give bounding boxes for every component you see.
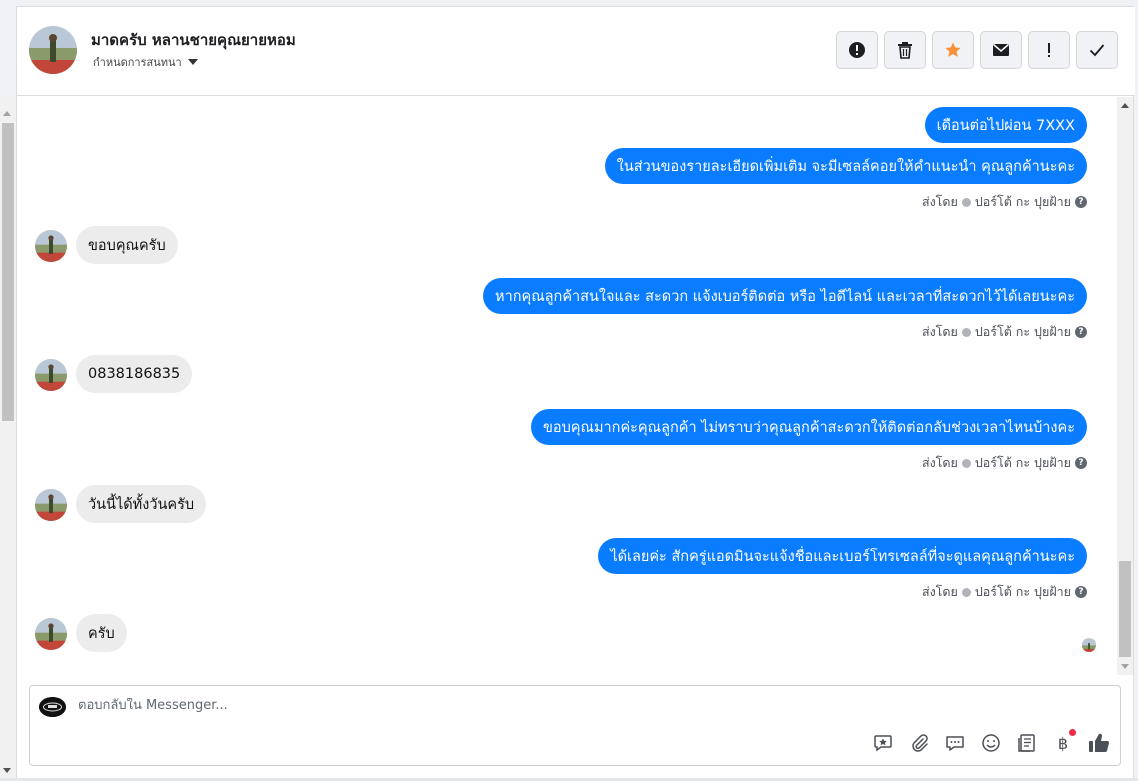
sender-avatar[interactable] bbox=[35, 230, 67, 262]
sent-by-line: ส่งโดย ปอร์โต้ กะ ปุยฝ้าย ? bbox=[922, 192, 1087, 212]
sent-by-label: ส่งโดย bbox=[921, 455, 958, 470]
attachment-button[interactable] bbox=[908, 732, 930, 754]
incoming-message[interactable]: ขอบคุณครับ bbox=[76, 226, 178, 264]
conversation-panel: มาดครับ หลานชายคุณยายหอม กำหนดการสนทนา เ… bbox=[16, 6, 1135, 778]
check-icon bbox=[1089, 44, 1105, 57]
sender-avatar[interactable] bbox=[35, 489, 67, 521]
help-icon[interactable]: ? bbox=[1075, 196, 1087, 208]
message-text: ในส่วนของรายละเอียดเพิ่มเติม จะมีเซลล์คอ… bbox=[616, 158, 1075, 175]
reply-input[interactable] bbox=[78, 698, 778, 713]
star-button[interactable] bbox=[932, 31, 974, 69]
message-scrollbar[interactable] bbox=[1117, 97, 1133, 675]
incoming-message[interactable]: วันนี้ได้ทั้งวันครับ bbox=[76, 485, 207, 523]
emoji-button[interactable] bbox=[980, 732, 1002, 754]
message-text: ขอบคุณมากค่ะคุณลูกค้า ไม่ทราบว่าคุณลูกค้… bbox=[542, 419, 1075, 436]
header-actions bbox=[836, 31, 1118, 69]
composer-toolbar: ฿ bbox=[872, 729, 1110, 754]
incoming-message[interactable]: ครับ bbox=[76, 614, 127, 652]
message-list[interactable]: เดือนต่อไปผ่อน 7XXX ในส่วนของรายละเอียดเ… bbox=[17, 97, 1119, 675]
saved-reply-button[interactable] bbox=[872, 732, 894, 754]
sent-by-label: ส่งโดย bbox=[921, 194, 958, 209]
sender-name[interactable]: ปอร์โต้ กะ ปุยฝ้าย bbox=[975, 453, 1071, 473]
page-scroll-thumb[interactable] bbox=[2, 123, 14, 421]
message-text: ครับ bbox=[88, 625, 115, 642]
conversation-menu-label: กำหนดการสนทนา bbox=[93, 56, 182, 69]
reply-composer: ฿ bbox=[29, 685, 1121, 766]
outgoing-message[interactable]: หากคุณลูกค้าสนใจและ สะดวก แจ้งเบอร์ติดต่… bbox=[483, 278, 1087, 314]
message-text: ได้เลยค่ะ สักครู่แอดมินจะแจ้งชื่อและเบอร… bbox=[610, 548, 1075, 565]
message-text: ขอบคุณครับ bbox=[88, 237, 166, 254]
quick-reply-button[interactable] bbox=[944, 732, 966, 754]
trash-icon bbox=[898, 42, 912, 59]
saved-reply-icon bbox=[874, 735, 892, 752]
outgoing-message[interactable]: ขอบคุณมากค่ะคุณลูกค้า ไม่ทราบว่าคุณลูกค้… bbox=[530, 409, 1087, 445]
status-dot-icon bbox=[961, 197, 971, 207]
caret-down-icon bbox=[187, 59, 198, 65]
incoming-message[interactable]: 0838186835 bbox=[76, 355, 193, 393]
star-icon bbox=[945, 42, 961, 57]
sender-avatar[interactable] bbox=[35, 618, 67, 650]
page-scrollbar[interactable] bbox=[0, 95, 16, 781]
notes-button[interactable] bbox=[1016, 732, 1038, 754]
scroll-down-arrow-icon[interactable] bbox=[3, 768, 11, 773]
outgoing-message[interactable]: ได้เลยค่ะ สักครู่แอดมินจะแจ้งชื่อและเบอร… bbox=[598, 538, 1087, 574]
sent-by-label: ส่งโดย bbox=[921, 584, 958, 599]
conversation-menu[interactable]: กำหนดการสนทนา bbox=[93, 53, 198, 71]
sender-name[interactable]: ปอร์โต้ กะ ปุยฝ้าย bbox=[975, 582, 1071, 602]
mark-unread-button[interactable] bbox=[980, 31, 1022, 69]
status-dot-icon bbox=[961, 458, 971, 468]
contact-avatar[interactable] bbox=[29, 26, 77, 74]
report-button[interactable] bbox=[836, 31, 878, 69]
sender-avatar[interactable] bbox=[35, 359, 67, 391]
delete-button[interactable] bbox=[884, 31, 926, 69]
attachment-icon bbox=[912, 734, 928, 752]
conversation-header: มาดครับ หลานชายคุณยายหอม กำหนดการสนทนา bbox=[17, 7, 1135, 96]
exclamation-icon bbox=[1048, 43, 1050, 57]
message-text: เดือนต่อไปผ่อน 7XXX bbox=[936, 117, 1075, 134]
page-avatar bbox=[39, 697, 66, 717]
notes-icon bbox=[1018, 734, 1035, 752]
sender-name[interactable]: ปอร์โต้ กะ ปุยฝ้าย bbox=[975, 322, 1071, 342]
scroll-up-arrow-icon[interactable] bbox=[1121, 103, 1129, 108]
baht-icon: ฿ bbox=[1057, 733, 1069, 753]
contact-name[interactable]: มาดครับ หลานชายคุณยายหอม bbox=[91, 28, 296, 52]
payment-button[interactable]: ฿ bbox=[1052, 729, 1076, 754]
status-dot-icon bbox=[961, 587, 971, 597]
help-icon[interactable]: ? bbox=[1075, 326, 1087, 338]
like-button[interactable] bbox=[1088, 732, 1110, 754]
envelope-icon bbox=[993, 43, 1009, 56]
scroll-up-arrow-icon[interactable] bbox=[3, 111, 11, 116]
like-icon bbox=[1089, 733, 1109, 753]
scroll-down-arrow-icon[interactable] bbox=[1121, 664, 1129, 669]
chat-bubble-icon bbox=[946, 736, 964, 751]
sender-name[interactable]: ปอร์โต้ กะ ปุยฝ้าย bbox=[975, 192, 1071, 212]
message-text: 0838186835 bbox=[88, 366, 181, 382]
sent-by-line: ส่งโดย ปอร์โต้ กะ ปุยฝ้าย ? bbox=[922, 322, 1087, 342]
seen-indicator-avatar bbox=[1082, 638, 1096, 652]
help-icon[interactable]: ? bbox=[1075, 586, 1087, 598]
sent-by-line: ส่งโดย ปอร์โต้ กะ ปุยฝ้าย ? bbox=[922, 453, 1087, 473]
message-scroll-thumb[interactable] bbox=[1119, 561, 1131, 657]
emoji-icon bbox=[982, 734, 1000, 752]
outgoing-message[interactable]: เดือนต่อไปผ่อน 7XXX bbox=[924, 107, 1087, 143]
status-dot-icon bbox=[961, 327, 971, 337]
done-button[interactable] bbox=[1076, 31, 1118, 69]
important-button[interactable] bbox=[1028, 31, 1070, 69]
help-icon[interactable]: ? bbox=[1075, 457, 1087, 469]
sent-by-line: ส่งโดย ปอร์โต้ กะ ปุยฝ้าย ? bbox=[922, 582, 1087, 602]
notification-dot bbox=[1069, 729, 1076, 736]
outgoing-message[interactable]: ในส่วนของรายละเอียดเพิ่มเติม จะมีเซลล์คอ… bbox=[604, 148, 1087, 184]
message-text: วันนี้ได้ทั้งวันครับ bbox=[88, 496, 195, 513]
message-text: หากคุณลูกค้าสนใจและ สะดวก แจ้งเบอร์ติดต่… bbox=[495, 288, 1075, 305]
exclamation-circle-icon bbox=[849, 42, 865, 58]
sent-by-label: ส่งโดย bbox=[921, 324, 958, 339]
